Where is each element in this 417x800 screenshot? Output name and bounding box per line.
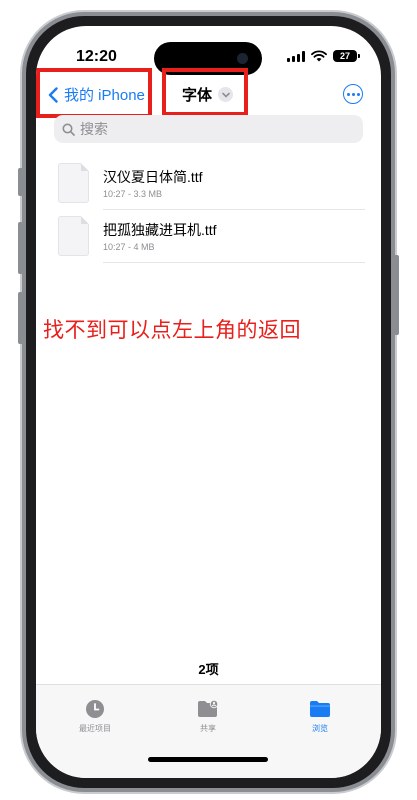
action-button xyxy=(18,168,23,196)
file-meta: 10:27 - 3.3 MB xyxy=(103,189,163,199)
tab-label: 最近项目 xyxy=(79,724,111,733)
volume-down-button xyxy=(18,292,23,344)
highlight-box-title xyxy=(162,68,248,116)
tab-bar: 最近项目 共享 浏览 xyxy=(36,684,381,778)
ellipsis-icon xyxy=(346,92,350,96)
shared-folder-icon xyxy=(198,699,219,717)
clock-icon xyxy=(86,700,104,718)
file-meta: 10:27 - 4 MB xyxy=(103,242,155,252)
cellular-signal-icon xyxy=(287,50,305,62)
tab-recents[interactable]: 最近项目 xyxy=(60,699,130,734)
search-input[interactable]: 搜索 xyxy=(54,115,363,143)
file-item[interactable]: 汉仪夏日体简.ttf 10:27 - 3.3 MB xyxy=(58,163,365,210)
highlight-box-back xyxy=(36,68,152,118)
front-camera-icon xyxy=(237,53,248,64)
file-item[interactable]: 把孤独藏进耳机.ttf 10:27 - 4 MB xyxy=(58,216,365,263)
battery-level: 27 xyxy=(339,51,350,61)
status-indicators: 27 xyxy=(287,50,360,62)
divider xyxy=(103,209,365,210)
screen: 12:20 27 我的 iPhone 字体 搜索 汉仪夏日体简.ttf 10:2… xyxy=(36,26,381,778)
item-count: 2项 xyxy=(198,662,219,677)
tab-shared[interactable]: 共享 xyxy=(173,699,243,734)
power-button xyxy=(394,255,399,335)
file-name: 汉仪夏日体简.ttf xyxy=(103,169,203,185)
folder-icon xyxy=(310,701,330,717)
battery-icon: 27 xyxy=(333,50,360,62)
divider xyxy=(103,262,365,263)
wifi-icon xyxy=(311,50,327,62)
volume-up-button xyxy=(18,222,23,274)
tab-label: 共享 xyxy=(200,724,216,733)
search-placeholder: 搜索 xyxy=(80,121,108,137)
tab-label: 浏览 xyxy=(312,724,328,733)
document-icon xyxy=(58,163,89,203)
document-icon xyxy=(58,216,89,256)
home-indicator[interactable] xyxy=(148,757,268,762)
file-name: 把孤独藏进耳机.ttf xyxy=(103,222,217,238)
search-icon xyxy=(62,123,75,136)
more-options-button[interactable] xyxy=(343,84,363,104)
status-time: 12:20 xyxy=(76,48,117,65)
tab-browse[interactable]: 浏览 xyxy=(285,699,355,734)
annotation-text: 找不到可以点左上角的返回 xyxy=(43,319,301,342)
